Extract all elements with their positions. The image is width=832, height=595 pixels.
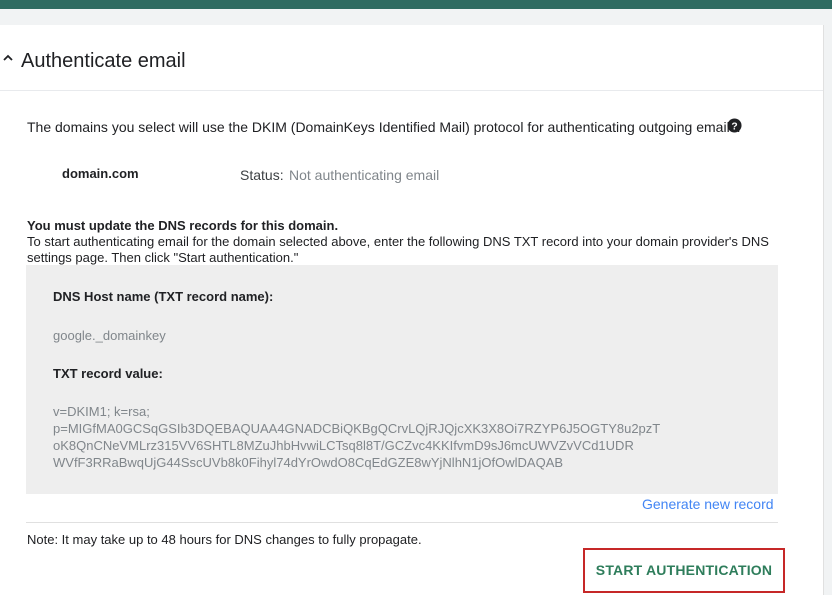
dns-host-label: DNS Host name (TXT record name): (53, 289, 274, 304)
txt-record-value[interactable]: v=DKIM1; k=rsa; p=MIGfMA0GCSqGSIb3DQEBAQ… (53, 403, 763, 471)
help-icon[interactable]: ? (727, 118, 742, 133)
txt-record-line: v=DKIM1; k=rsa; (53, 404, 150, 419)
generate-new-record-link[interactable]: Generate new record (642, 496, 774, 512)
chevron-up-icon[interactable] (2, 52, 14, 64)
top-app-bar (0, 0, 832, 9)
section-title: Authenticate email (21, 50, 186, 72)
status-value: Not authenticating email (289, 167, 440, 183)
selected-domain[interactable]: domain.com (62, 166, 139, 181)
txt-record-line: WVfF3RRaBwqUjG44SscUVb8k0Fihyl74dYrOwdO8… (53, 455, 564, 470)
txt-record-label: TXT record value: (53, 366, 163, 381)
propagation-note: Note: It may take up to 48 hours for DNS… (27, 532, 422, 547)
page-background (0, 9, 832, 25)
dns-update-heading: You must update the DNS records for this… (27, 218, 339, 233)
start-authentication-button[interactable]: START AUTHENTICATION (583, 548, 785, 593)
dkim-description: The domains you select will use the DKIM… (27, 119, 741, 135)
txt-record-line: p=MIGfMA0GCSqGSIb3DQEBAQUAA4GNADCBiQKBgQ… (53, 421, 661, 436)
divider (26, 522, 778, 523)
svg-text:?: ? (731, 121, 737, 132)
status-label: Status: (240, 167, 284, 183)
scroll-gutter (824, 25, 832, 595)
dns-host-value[interactable]: google._domainkey (53, 328, 166, 343)
dns-instructions: To start authenticating email for the do… (27, 234, 769, 265)
txt-record-line: oK8QnCNeVMLrz315VV6SHTL8MZuJhbHvwiLCTsq8… (53, 438, 634, 453)
